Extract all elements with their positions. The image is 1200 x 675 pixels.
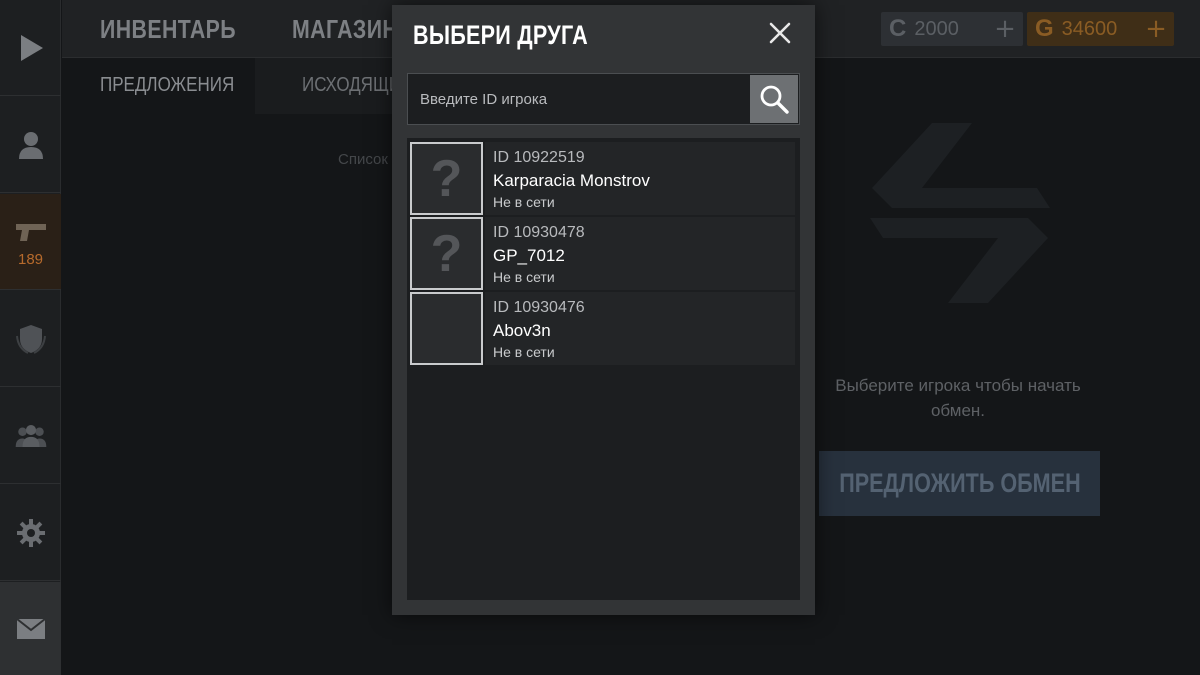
friend-row[interactable]: ID 10930476 Abov3n Не в сети	[410, 292, 795, 365]
friend-name: GP_7012	[493, 246, 565, 265]
close-button[interactable]	[764, 17, 796, 49]
pistol-icon	[14, 215, 48, 249]
silver-amount: 2000	[914, 17, 959, 40]
sidebar-item-play[interactable]	[0, 0, 61, 96]
friend-info: ID 10922519 Karparacia Monstrov Не в сет…	[485, 142, 795, 215]
profile-icon	[14, 128, 48, 162]
friend-info: ID 10930478 GP_7012 Не в сети	[485, 217, 795, 290]
friend-info: ID 10930476 Abov3n Не в сети	[485, 292, 795, 365]
player-id-search	[407, 73, 800, 125]
gold-currency: G 34600 +	[1027, 12, 1174, 46]
choose-friend-dialog: ВЫБЕРИ ДРУГА ? ID 10922519 Karparacia Mo…	[392, 5, 815, 615]
friend-name: Karparacia Monstrov	[493, 171, 650, 190]
sidebar-item-mail[interactable]	[0, 582, 61, 675]
friend-id: ID 10930478	[493, 224, 585, 241]
silver-currency: C 2000 +	[881, 12, 1023, 46]
sidebar-item-friends[interactable]	[0, 388, 61, 484]
tab-inventory[interactable]: ИНВЕНТАРЬ	[100, 14, 236, 45]
friends-icon	[14, 419, 48, 453]
search-button[interactable]	[750, 75, 798, 123]
avatar: ?	[410, 217, 483, 290]
trade-hint-text: Выберите игрока чтобы начать обмен.	[835, 376, 1081, 420]
add-gold-button[interactable]: +	[1142, 14, 1170, 44]
gold-amount: 34600	[1061, 17, 1118, 40]
friend-status: Не в сети	[493, 269, 555, 285]
add-silver-button[interactable]: +	[991, 14, 1019, 44]
friend-status: Не в сети	[493, 194, 555, 210]
unknown-avatar-icon: ?	[430, 224, 463, 283]
sidebar-item-weapons[interactable]: 189	[0, 194, 61, 290]
friend-id: ID 10922519	[493, 149, 585, 166]
search-icon	[760, 85, 789, 114]
sidebar-item-profile[interactable]	[0, 97, 61, 193]
gold-coin-icon: G	[1035, 15, 1054, 42]
sidebar-item-clan[interactable]	[0, 291, 61, 387]
player-id-input[interactable]	[408, 74, 749, 124]
avatar	[410, 292, 483, 365]
trade-subtabs: ПРЕДЛОЖЕНИЯ ИСХОДЯЩИ	[62, 58, 401, 116]
offer-trade-button[interactable]: ПРЕДЛОЖИТЬ ОБМЕН	[819, 451, 1100, 516]
friend-status: Не в сети	[493, 344, 555, 360]
sidebar-item-settings[interactable]	[0, 485, 61, 581]
avatar: ?	[410, 142, 483, 215]
friend-row[interactable]: ? ID 10930478 GP_7012 Не в сети	[410, 217, 795, 290]
play-icon	[14, 31, 48, 65]
list-hint-text: Список	[338, 151, 388, 168]
mail-icon	[14, 612, 48, 646]
unknown-avatar-icon: ?	[430, 149, 463, 208]
silver-coin-icon: C	[889, 15, 907, 42]
friend-name: Abov3n	[493, 321, 551, 340]
trade-arrows-icon	[862, 118, 1058, 308]
friend-row[interactable]: ? ID 10922519 Karparacia Monstrov Не в с…	[410, 142, 795, 215]
clan-emblem-icon	[14, 322, 48, 356]
tab-offers[interactable]: ПРЕДЛОЖЕНИЯ	[100, 74, 234, 97]
sidebar: 189	[0, 0, 61, 675]
close-icon	[769, 22, 791, 44]
tab-shop[interactable]: МАГАЗИН	[292, 14, 398, 45]
gear-icon	[14, 516, 48, 550]
weapons-count: 189	[17, 251, 44, 268]
dialog-title: ВЫБЕРИ ДРУГА	[413, 20, 588, 50]
tab-outgoing[interactable]: ИСХОДЯЩИ	[302, 74, 401, 97]
friend-list: ? ID 10922519 Karparacia Monstrov Не в с…	[407, 138, 800, 600]
friend-id: ID 10930476	[493, 299, 585, 316]
offer-trade-label: ПРЕДЛОЖИТЬ ОБМЕН	[838, 468, 1081, 498]
